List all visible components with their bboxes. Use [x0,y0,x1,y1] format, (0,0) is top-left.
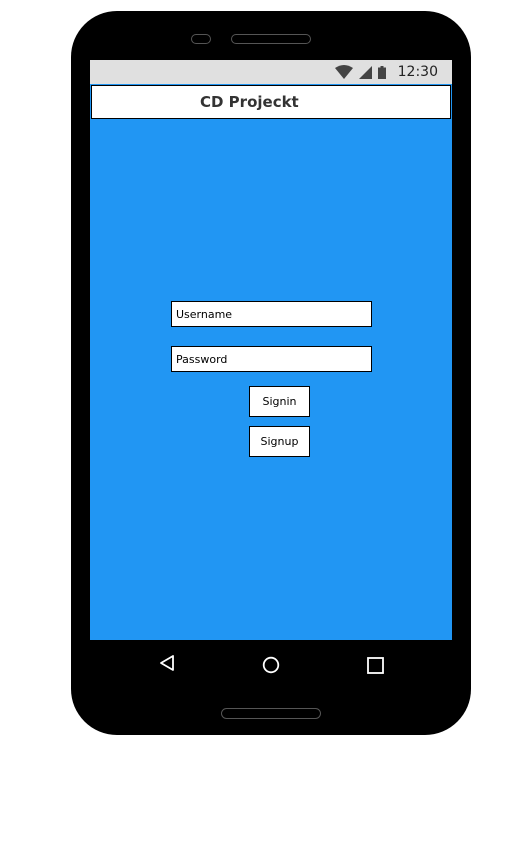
app-bar: CD Projeckt [91,85,451,119]
navigation-bar [90,640,452,688]
status-icons: 12:30 [334,60,438,84]
earpiece-speaker [231,34,311,44]
username-input[interactable] [171,301,372,327]
status-bar: 12:30 [90,60,452,84]
back-icon[interactable] [159,654,175,672]
app-title: CD Projeckt [200,93,299,111]
phone-screen: 12:30 CD Projeckt Signin Signup [90,60,452,640]
signup-button[interactable]: Signup [249,426,310,457]
recent-apps-icon[interactable] [367,657,384,674]
bottom-speaker [221,708,321,719]
battery-icon [377,65,386,79]
password-input[interactable] [171,346,372,372]
front-camera [191,34,211,44]
signin-button[interactable]: Signin [249,386,310,417]
signal-icon [358,65,372,79]
phone-frame: 12:30 CD Projeckt Signin Signup [71,11,471,735]
home-icon[interactable] [262,656,280,674]
status-time: 12:30 [397,64,438,80]
wifi-icon [334,65,353,79]
